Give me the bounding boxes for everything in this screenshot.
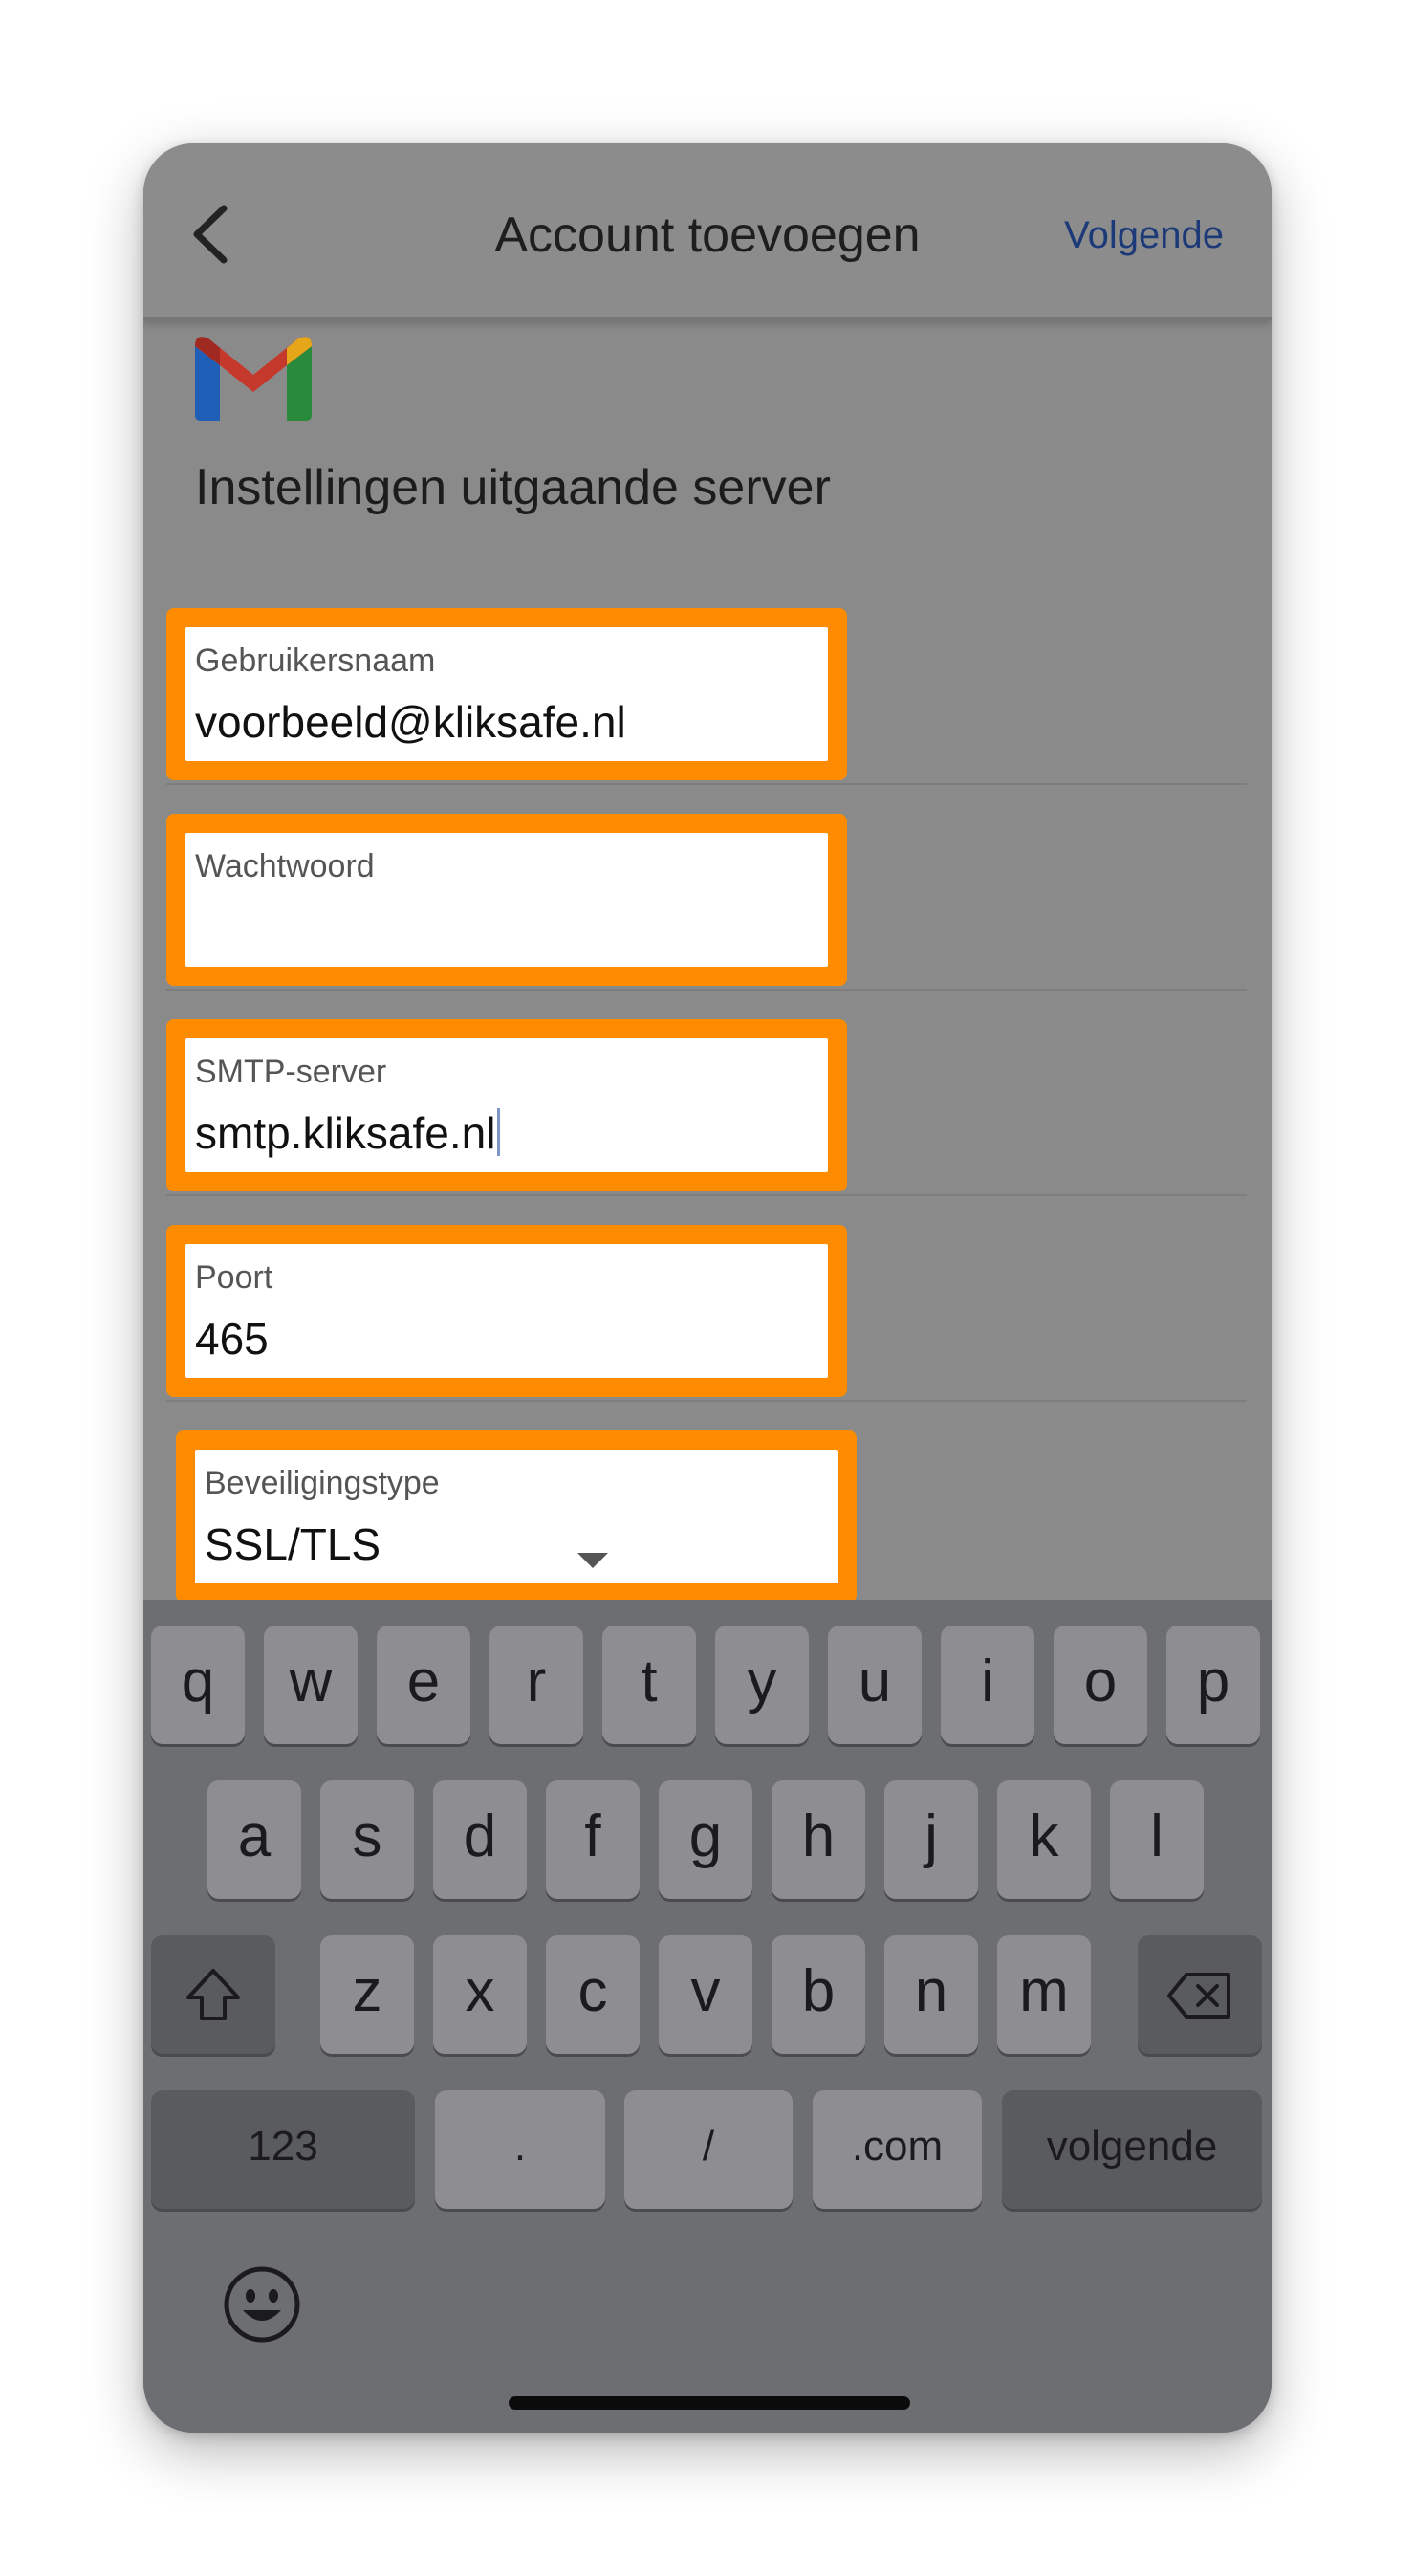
key-p[interactable]: p bbox=[1166, 1626, 1260, 1744]
port-value: 465 bbox=[195, 1314, 269, 1364]
key-n[interactable]: n bbox=[884, 1935, 978, 2054]
numbers-key[interactable]: 123 bbox=[151, 2090, 415, 2209]
security-type-label: Beveiligingstype bbox=[205, 1465, 440, 1501]
security-type-value: SSL/TLS bbox=[205, 1519, 381, 1569]
slash-key[interactable]: / bbox=[624, 2090, 793, 2209]
key-e[interactable]: e bbox=[377, 1626, 470, 1744]
emoji-button[interactable] bbox=[222, 2264, 302, 2345]
username-field[interactable]: Gebruikersnaam voorbeeld@kliksafe.nl bbox=[166, 608, 847, 780]
key-j[interactable]: j bbox=[884, 1780, 978, 1899]
key-y[interactable]: y bbox=[715, 1626, 809, 1744]
key-a[interactable]: a bbox=[207, 1780, 301, 1899]
navigation-bar: Account toevoegen Volgende bbox=[143, 143, 1272, 320]
next-button[interactable]: Volgende bbox=[1064, 214, 1224, 257]
smtp-server-value-row: smtp.kliksafe.nl bbox=[195, 1107, 501, 1159]
key-x[interactable]: x bbox=[433, 1935, 527, 2054]
divider bbox=[166, 1400, 1247, 1402]
password-input[interactable]: Wachtwoord bbox=[185, 833, 828, 967]
key-k[interactable]: k bbox=[997, 1780, 1091, 1899]
shift-icon bbox=[186, 1968, 240, 2020]
key-q[interactable]: q bbox=[151, 1626, 245, 1744]
dotcom-key[interactable]: .com bbox=[813, 2090, 982, 2209]
section-title: Instellingen uitgaande server bbox=[195, 460, 831, 515]
divider bbox=[166, 1194, 1247, 1196]
backspace-icon bbox=[1167, 1972, 1230, 2019]
smtp-server-value: smtp.kliksafe.nl bbox=[195, 1108, 496, 1158]
backspace-key[interactable] bbox=[1138, 1935, 1262, 2054]
key-b[interactable]: b bbox=[772, 1935, 865, 2054]
gmail-logo-icon bbox=[195, 337, 312, 421]
username-label: Gebruikersnaam bbox=[195, 643, 436, 679]
key-w[interactable]: w bbox=[264, 1626, 358, 1744]
return-key[interactable]: volgende bbox=[1002, 2090, 1262, 2209]
divider bbox=[166, 989, 1247, 991]
key-s[interactable]: s bbox=[320, 1780, 414, 1899]
smtp-server-label: SMTP-server bbox=[195, 1054, 387, 1090]
home-indicator[interactable] bbox=[509, 2396, 910, 2410]
key-v[interactable]: v bbox=[659, 1935, 752, 2054]
key-l[interactable]: l bbox=[1110, 1780, 1204, 1899]
key-c[interactable]: c bbox=[546, 1935, 640, 2054]
phone-screen: Account toevoegen Volgende Instellingen … bbox=[143, 143, 1272, 2433]
username-input[interactable]: Gebruikersnaam voorbeeld@kliksafe.nl bbox=[185, 627, 828, 761]
username-value: voorbeeld@kliksafe.nl bbox=[195, 697, 626, 747]
dot-key[interactable]: . bbox=[435, 2090, 605, 2209]
key-u[interactable]: u bbox=[828, 1626, 922, 1744]
smtp-server-field[interactable]: SMTP-server smtp.kliksafe.nl bbox=[166, 1019, 847, 1191]
port-input[interactable]: Poort 465 bbox=[185, 1244, 828, 1378]
dropdown-arrow-icon bbox=[577, 1553, 608, 1568]
key-f[interactable]: f bbox=[546, 1780, 640, 1899]
key-r[interactable]: r bbox=[489, 1626, 583, 1744]
password-label: Wachtwoord bbox=[195, 848, 375, 884]
smtp-server-input[interactable]: SMTP-server smtp.kliksafe.nl bbox=[185, 1038, 828, 1172]
key-i[interactable]: i bbox=[941, 1626, 1034, 1744]
key-g[interactable]: g bbox=[659, 1780, 752, 1899]
shift-key[interactable] bbox=[151, 1935, 275, 2054]
key-m[interactable]: m bbox=[997, 1935, 1091, 2054]
security-type-select[interactable]: Beveiligingstype SSL/TLS bbox=[195, 1450, 838, 1583]
key-d[interactable]: d bbox=[433, 1780, 527, 1899]
key-h[interactable]: h bbox=[772, 1780, 865, 1899]
key-z[interactable]: z bbox=[320, 1935, 414, 2054]
key-o[interactable]: o bbox=[1054, 1626, 1147, 1744]
divider bbox=[166, 783, 1247, 785]
text-cursor bbox=[497, 1108, 501, 1156]
port-field[interactable]: Poort 465 bbox=[166, 1225, 847, 1397]
port-label: Poort bbox=[195, 1259, 273, 1296]
password-field[interactable]: Wachtwoord bbox=[166, 814, 847, 986]
on-screen-keyboard: q w e r t y u i o p a s d f g h j k l z … bbox=[143, 1600, 1272, 2433]
security-type-field[interactable]: Beveiligingstype SSL/TLS bbox=[176, 1430, 857, 1603]
key-t[interactable]: t bbox=[602, 1626, 696, 1744]
emoji-icon bbox=[224, 2266, 300, 2343]
